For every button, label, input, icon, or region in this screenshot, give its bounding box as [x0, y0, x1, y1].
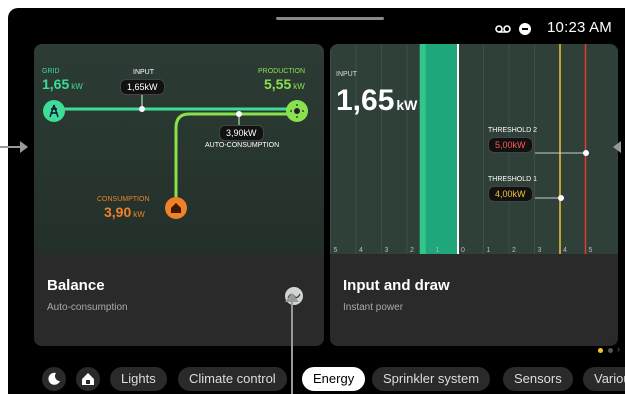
device-screen: 10:23 AM GRID 1,65 kW INPUT 1,65kW PRODUC…: [8, 8, 625, 394]
input-label: INPUT: [133, 69, 154, 76]
scale-tick-label: 3: [538, 247, 542, 254]
balance-diagram: GRID 1,65 kW INPUT 1,65kW PRODUCTION 5,55…: [34, 44, 324, 254]
card-subtitle: Auto-consumption: [47, 302, 128, 313]
pointer-annotation-line: [291, 300, 293, 394]
scale-tick-label: 4: [359, 247, 363, 254]
input-pill: 1,65kW: [120, 79, 165, 95]
house-icon: [165, 197, 187, 219]
category-nav: Lights Climate control Energy Sprinkler …: [42, 367, 625, 391]
scale-tick-label: 5: [334, 247, 338, 254]
do-not-disturb-icon: [519, 23, 531, 35]
scale-tick-label: 3: [385, 247, 389, 254]
production-label: PRODUCTION: [258, 68, 306, 75]
arrow-left-annotation: [0, 141, 28, 153]
input-bar-edge: [419, 44, 426, 254]
card-title: Input and draw: [343, 277, 450, 294]
grid-tower-icon: [43, 100, 65, 122]
scale-tick-label: 5: [589, 247, 593, 254]
threshold1-pill: 4,00kW: [488, 186, 533, 202]
card-subtitle: Instant power: [343, 302, 404, 313]
auto-consumption-pill: 3,90kW: [219, 125, 264, 141]
scale-tick-label: 2: [410, 247, 414, 254]
nav-chip-sensors[interactable]: Sensors: [503, 367, 573, 391]
grid-label: GRID: [42, 68, 60, 75]
input-draw-card[interactable]: 5 4 3 2 1 0 1 2 3 4 5 INPUT 1,65 kW THRESHOLD 2 5,0…: [330, 44, 618, 346]
page-dot: [608, 348, 613, 353]
nav-chip-energy[interactable]: Energy: [302, 367, 366, 391]
pointer-annotation-head: [285, 293, 299, 302]
notch-indicator: [276, 17, 384, 20]
scale-tick-label: 1: [436, 247, 440, 254]
status-clock: 10:23 AM: [547, 19, 612, 36]
scale-tick-label: 1: [487, 247, 491, 254]
nav-chip-climate[interactable]: Climate control: [178, 367, 287, 391]
threshold2-marker: [583, 150, 589, 156]
balance-footer: Balance Auto-consumption: [34, 254, 324, 346]
threshold1-marker: [558, 195, 564, 201]
nav-chip-sprinkler[interactable]: Sprinkler system: [372, 367, 491, 391]
arrow-right-annotation: [613, 141, 621, 153]
page-dot-active: [598, 348, 603, 353]
sun-icon: [286, 100, 308, 122]
home-icon[interactable]: [76, 367, 100, 391]
production-value: 5,55 kW: [264, 76, 305, 92]
chevron-right-icon: ›: [617, 344, 620, 354]
auto-consumption-label: AUTO-CONSUMPTION: [205, 142, 280, 149]
voicemail-icon: [495, 25, 511, 33]
scale-tick-label: 0: [461, 247, 465, 254]
scale-graphic: 5 4 3 2 1 0 1 2 3 4 5: [330, 44, 593, 254]
threshold1-label: THRESHOLD 1: [488, 176, 538, 183]
threshold2-pill: 5,00kW: [488, 137, 533, 153]
input-label: INPUT: [336, 71, 357, 78]
balance-card[interactable]: GRID 1,65 kW INPUT 1,65kW PRODUCTION 5,55…: [34, 44, 324, 346]
consumption-value: 3,90 kW: [104, 204, 145, 220]
power-scale: 5 4 3 2 1 0 1 2 3 4 5 INPUT 1,65 kW THRESHOLD 2 5,0…: [330, 44, 618, 254]
nav-chip-various[interactable]: Various: [583, 367, 625, 391]
card-title: Balance: [47, 277, 105, 294]
scale-tick-label: 2: [512, 247, 516, 254]
threshold2-label: THRESHOLD 2: [488, 127, 538, 134]
consumption-label: CONSUMPTION: [97, 196, 150, 203]
nav-chip-lights[interactable]: Lights: [110, 367, 167, 391]
moon-icon[interactable]: [42, 367, 66, 391]
input-value: 1,65 kW: [336, 84, 418, 117]
scale-tick-label: 4: [563, 247, 567, 254]
grid-value: 1,65 kW: [42, 76, 83, 92]
input-draw-footer: Input and draw Instant power: [330, 254, 618, 346]
